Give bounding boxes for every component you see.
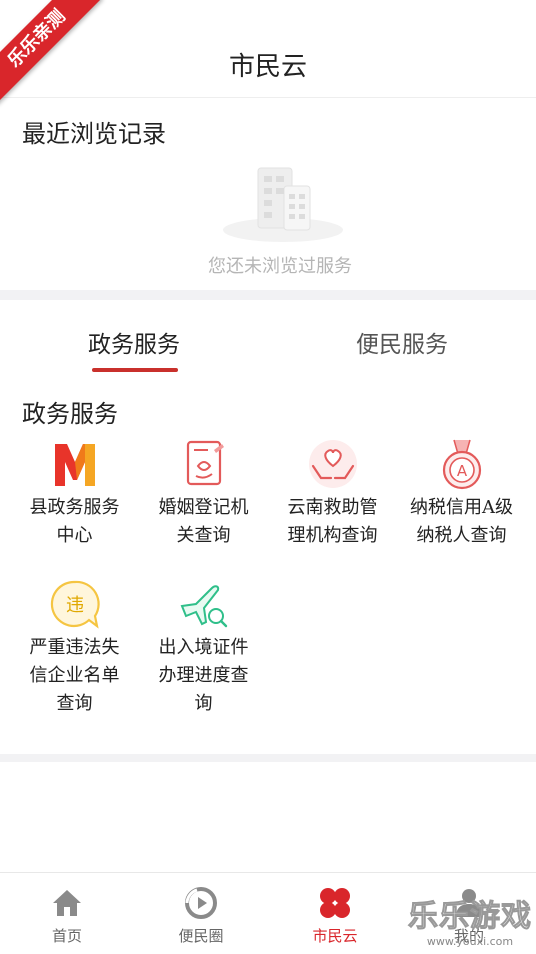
- relief-agency-icon: [308, 440, 357, 488]
- entry-exit-plane-icon: [180, 585, 227, 628]
- service-marriage-registration[interactable]: 婚姻登记机 关查询: [139, 436, 268, 550]
- service-label-line: 中心: [56, 525, 93, 546]
- tax-credit-medal-icon: A: [442, 439, 481, 490]
- service-label-line: 信企业名单: [29, 665, 120, 686]
- service-county-center[interactable]: 县政务服务 中心: [10, 436, 139, 550]
- tabbar-item-home[interactable]: 首页: [0, 873, 134, 954]
- tabbar-label: 首页: [51, 927, 82, 945]
- site-watermark: 乐乐游戏 www.youxi.com: [408, 891, 532, 949]
- empty-buildings-icon: [223, 167, 343, 242]
- service-violation-list[interactable]: 违 严重违法失 信企业名单 查询: [10, 576, 139, 718]
- tabbar-item-circle[interactable]: 便民圈: [134, 873, 268, 954]
- service-entry-exit[interactable]: 出入境证件 办理进度查 询: [139, 576, 268, 718]
- service-label-line: 办理进度查: [158, 665, 249, 686]
- marriage-registration-icon: [186, 440, 224, 486]
- service-label-line: 查询: [56, 693, 93, 714]
- empty-state-text: 您还未浏览过服务: [208, 256, 352, 277]
- tabbar-label: 市民云: [312, 927, 358, 945]
- active-tab-underline: [92, 368, 178, 372]
- service-relief-agency[interactable]: 云南救助管 理机构查询: [268, 436, 397, 550]
- service-tabs: 政务服务 便民服务: [0, 300, 536, 380]
- svg-text:违: 违: [66, 595, 84, 616]
- service-label-line: 云南救助管: [287, 497, 378, 518]
- service-label-line: 理机构查询: [287, 525, 378, 546]
- watermark-text: 乐乐游戏: [408, 899, 532, 935]
- service-label-line: 关查询: [176, 525, 231, 546]
- clover-icon: [320, 888, 350, 918]
- page-title: 市民云: [228, 52, 307, 82]
- home-icon: [53, 890, 81, 916]
- service-tax-credit[interactable]: A 纳税信用A级 纳税人查询: [397, 436, 526, 550]
- section-title: 政务服务: [22, 400, 118, 428]
- violation-list-icon: 违: [50, 580, 100, 629]
- service-label-line: 询: [194, 693, 213, 714]
- service-label-line: 纳税信用A级: [410, 497, 513, 518]
- service-label-line: 县政务服务: [29, 497, 120, 518]
- divider: [0, 754, 536, 762]
- county-service-center-icon: [54, 444, 95, 486]
- circle-play-icon: [185, 887, 217, 919]
- service-label-line: 婚姻登记机: [158, 497, 249, 518]
- svg-text:A: A: [456, 462, 467, 480]
- tabbar-label: 便民圈: [178, 927, 224, 945]
- service-label-line: 出入境证件: [158, 637, 249, 658]
- watermark-url: www.youxi.com: [426, 935, 514, 948]
- service-label-line: 严重违法失: [29, 637, 120, 658]
- recent-browse-title: 最近浏览记录: [22, 120, 166, 148]
- recent-browse-section: 最近浏览记录 您还未浏览过服务: [0, 98, 536, 290]
- divider: [0, 290, 536, 300]
- service-label-line: 纳税人查询: [416, 525, 507, 546]
- tabbar-item-citizen-cloud[interactable]: 市民云: [268, 873, 402, 954]
- tab-convenience-services[interactable]: 便民服务: [268, 300, 536, 380]
- government-services-section: 政务服务 县政务服务 中心 婚姻登记机 关查询 云南救助管 理机构查询 A 纳税…: [0, 380, 536, 754]
